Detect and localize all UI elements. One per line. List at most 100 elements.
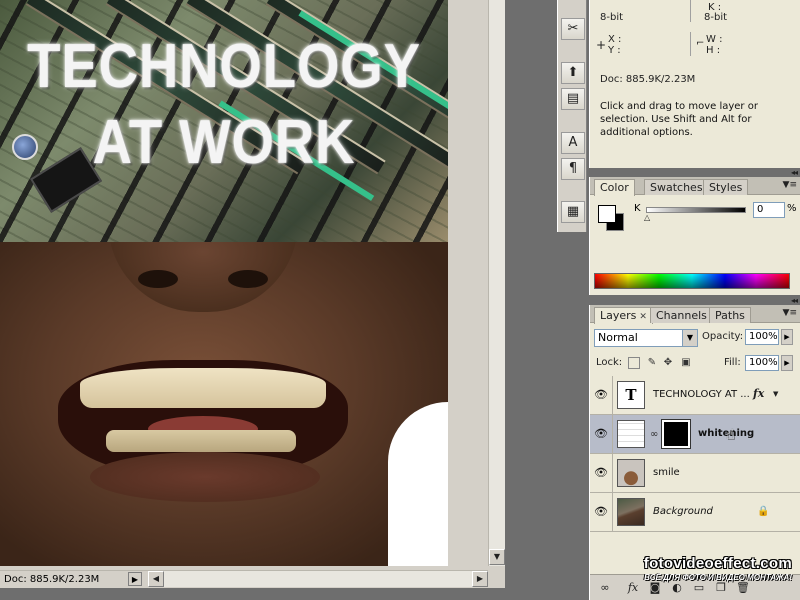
new-adjustment-icon[interactable]: ◐: [670, 581, 684, 595]
headline-line-2: AT WORK: [92, 108, 356, 177]
document-window: TECHNOLOGY AT WORK ▼ Doc: 885.9K/2.23M ▶…: [0, 0, 505, 588]
add-style-icon[interactable]: fx: [626, 581, 640, 595]
vertical-scrollbar[interactable]: ▼: [488, 0, 505, 566]
fill-arrow-icon[interactable]: ▶: [781, 355, 793, 371]
layer-row-background[interactable]: 👁 Background 🔒: [590, 493, 800, 532]
expand-effects-icon[interactable]: ▼: [773, 390, 778, 398]
lock-icon: 🔒: [757, 506, 770, 517]
nose: [108, 242, 298, 312]
background-layer-thumbnail: [617, 498, 645, 526]
upper-teeth: [80, 368, 326, 408]
tab-styles[interactable]: Styles: [703, 179, 749, 195]
color-spectrum-ramp[interactable]: [594, 273, 790, 289]
chevron-down-icon[interactable]: ▼: [682, 330, 697, 346]
fill-input[interactable]: 100%: [745, 355, 779, 371]
color-panel: Color Swatches Styles ◂◂ ▼≡ K △ 0 %: [589, 168, 800, 295]
selection-size-icon: ⌐: [696, 38, 705, 49]
lower-teeth: [106, 430, 296, 452]
lock-all-icon[interactable]: ▣: [680, 357, 692, 369]
bit-depth-right: 8-bit: [704, 12, 728, 23]
blend-mode-select[interactable]: Normal ▼: [594, 329, 698, 347]
smile-layer-thumbnail: [617, 459, 645, 487]
panel-dock-strip: ✂ ⬆ ▤ A ¶ ▦: [557, 0, 587, 232]
add-mask-icon[interactable]: ◙: [648, 581, 662, 595]
curves-adjustment-thumbnail: [617, 420, 645, 448]
pen-tool-icon[interactable]: ▤: [561, 88, 585, 110]
lock-label: Lock:: [596, 357, 623, 368]
nostril: [138, 270, 178, 288]
layer-name: TECHNOLOGY AT ...: [653, 389, 750, 400]
divider: [612, 376, 613, 415]
technology-photo-layer: TECHNOLOGY AT WORK: [0, 0, 448, 242]
panel-menu-icon[interactable]: ▼≡: [783, 180, 797, 190]
headline-line-1: TECHNOLOGY: [27, 32, 421, 101]
status-menu-arrow-icon[interactable]: ▶: [128, 572, 142, 586]
nostril: [228, 270, 268, 288]
eye-icon[interactable]: 👁: [594, 505, 608, 519]
lock-brush-icon[interactable]: ✎: [646, 357, 658, 369]
text-layer-thumbnail: T: [617, 381, 645, 409]
layer-mask-thumbnail[interactable]: [661, 419, 691, 449]
lock-move-icon[interactable]: ✥: [662, 357, 674, 369]
info-panel: K : 8-bit 8-bit + X : Y : ⌐ W : H : Doc:…: [589, 0, 800, 168]
trash-icon[interactable]: 🗑: [736, 581, 750, 595]
eye-icon[interactable]: 👁: [594, 427, 608, 441]
divider: [612, 454, 613, 493]
new-layer-icon[interactable]: ❐: [714, 581, 728, 595]
color-panel-tabs: Color Swatches Styles ◂◂ ▼≡: [590, 168, 800, 196]
k-channel-slider[interactable]: [646, 207, 746, 213]
link-layers-icon[interactable]: ∞: [598, 581, 612, 595]
eye-icon[interactable]: 👁: [594, 466, 608, 480]
panel-menu-icon[interactable]: ▼≡: [783, 308, 797, 318]
divider: [612, 493, 613, 532]
lower-lip: [90, 452, 320, 502]
hand-cursor-icon: ☝: [726, 427, 735, 443]
k-channel-unit: %: [787, 203, 797, 214]
layer-name: Background: [653, 506, 713, 517]
k-channel-label: K: [634, 203, 641, 214]
layer-row-smile[interactable]: 👁 smile: [590, 454, 800, 493]
tab-paths[interactable]: Paths: [709, 307, 751, 323]
close-icon[interactable]: ✕: [639, 312, 647, 322]
status-bar: Doc: 885.9K/2.23M ▶: [0, 570, 148, 587]
layer-effects-icon[interactable]: fx: [753, 387, 764, 400]
paragraph-panel-icon[interactable]: ¶: [561, 158, 585, 180]
panel-collapse-icon[interactable]: ◂◂: [791, 168, 798, 177]
panel-collapse-icon[interactable]: ◂◂: [791, 296, 798, 305]
opacity-arrow-icon[interactable]: ▶: [781, 329, 793, 345]
layer-row-text[interactable]: 👁 T TECHNOLOGY AT ... fx ▼: [590, 376, 800, 415]
layers-panel-tabs: Layers ✕ Channels Paths ◂◂ ▼≡: [590, 296, 800, 324]
new-group-icon[interactable]: ▭: [692, 581, 706, 595]
scroll-down-icon[interactable]: ▼: [489, 549, 505, 565]
opacity-input[interactable]: 100%: [745, 329, 779, 345]
w-label: W :: [706, 34, 723, 45]
layer-row-whitening[interactable]: 👁 ∞ whitening ☝: [590, 415, 800, 454]
bit-depth-left: 8-bit: [600, 12, 624, 23]
path-select-icon[interactable]: ⬆: [561, 62, 585, 84]
eye-icon[interactable]: 👁: [594, 388, 608, 402]
info-doc-size: Doc: 885.9K/2.23M: [600, 74, 696, 85]
scissors-tool-icon[interactable]: ✂: [561, 18, 585, 40]
link-chain-icon[interactable]: ∞: [650, 429, 658, 440]
tab-swatches[interactable]: Swatches: [644, 179, 709, 195]
scroll-right-icon[interactable]: ▶: [472, 571, 488, 587]
lock-transparent-icon[interactable]: [628, 357, 640, 369]
watermark-tagline: ВСЁ ДЛЯ ФОТО И ВИДЕО МОНТАЖА!: [644, 573, 792, 582]
tab-layers[interactable]: Layers ✕: [594, 307, 653, 324]
foreground-color-swatch[interactable]: [598, 205, 616, 223]
tab-color[interactable]: Color: [594, 179, 635, 196]
image-canvas[interactable]: TECHNOLOGY AT WORK: [0, 0, 448, 566]
slider-thumb-icon[interactable]: △: [644, 213, 650, 222]
doc-size-status: Doc: 885.9K/2.23M: [4, 573, 100, 585]
layer-name: smile: [653, 467, 680, 478]
scroll-left-icon[interactable]: ◀: [148, 571, 164, 587]
blend-mode-value: Normal: [598, 331, 638, 344]
x-label: X :: [608, 34, 622, 45]
notes-icon[interactable]: ▦: [561, 201, 585, 223]
character-panel-icon[interactable]: A: [561, 132, 585, 154]
watermark-site: fotovideoeffect.com: [643, 555, 792, 572]
tab-channels[interactable]: Channels: [650, 307, 713, 323]
horizontal-scrollbar[interactable]: ◀ ▶: [148, 570, 488, 587]
k-channel-input[interactable]: 0: [753, 202, 785, 218]
opacity-label: Opacity:: [702, 331, 744, 342]
